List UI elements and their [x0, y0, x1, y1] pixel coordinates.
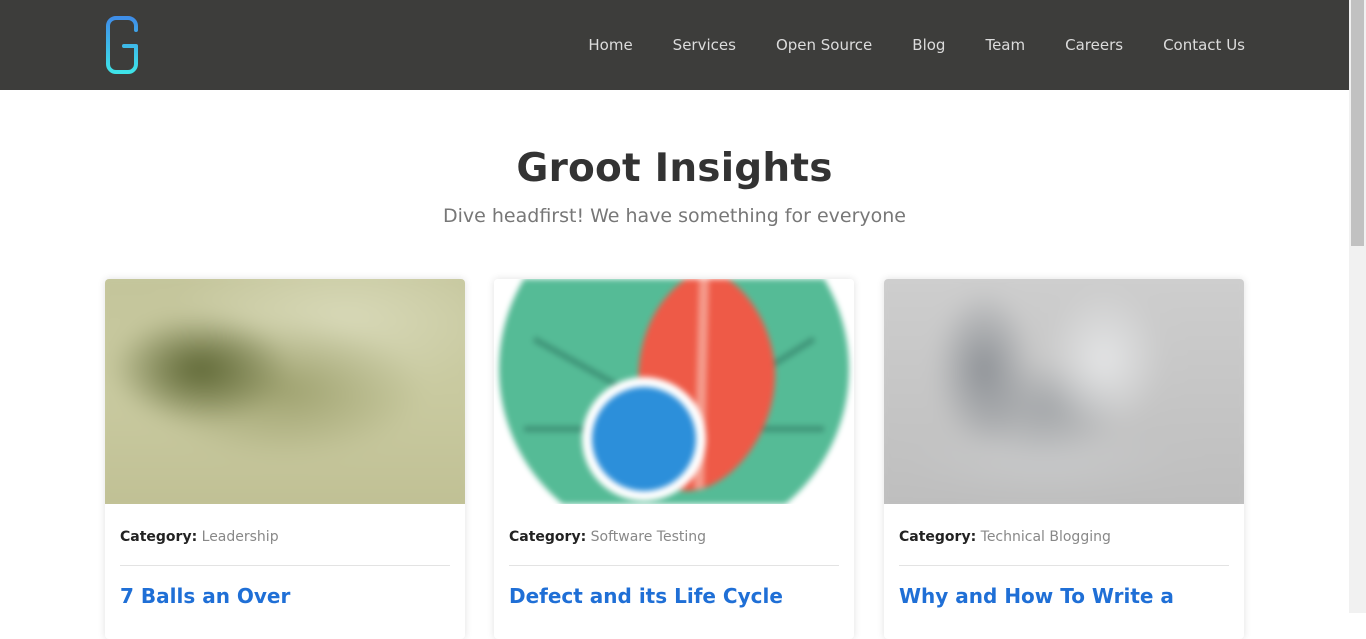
blog-card-image[interactable]: [494, 279, 854, 504]
category-value: Software Testing: [590, 529, 707, 545]
nav-open-source-link[interactable]: Open Source: [776, 36, 872, 54]
card-divider: [509, 565, 839, 566]
category-key: Category:: [899, 529, 977, 545]
top-navbar: Home Services Open Source Blog Team Care…: [0, 0, 1349, 90]
nav-careers-link[interactable]: Careers: [1065, 36, 1123, 54]
blog-card-image[interactable]: [884, 279, 1244, 504]
blog-card-image[interactable]: [105, 279, 465, 504]
nav-contact-us-link[interactable]: Contact Us: [1163, 36, 1245, 54]
bug-illustration-icon: [494, 279, 854, 504]
page-title: Groot Insights: [516, 146, 833, 191]
blog-card-title[interactable]: Defect and its Life Cycle: [509, 584, 783, 608]
main-nav: Home Services Open Source Blog Team Care…: [588, 0, 1245, 90]
page-subtitle: Dive headfirst! We have something for ev…: [443, 205, 906, 227]
scrollbar-thumb[interactable]: [1351, 0, 1364, 246]
card-divider: [899, 565, 1229, 566]
blog-card-category: Category: Technical Blogging: [899, 529, 1111, 545]
blog-card-leadership[interactable]: Category: Leadership 7 Balls an Over: [105, 279, 465, 639]
blog-card-title[interactable]: Why and How To Write a: [899, 584, 1174, 608]
blog-card-category: Category: Software Testing: [509, 529, 706, 545]
blog-card-technical-blogging[interactable]: Category: Technical Blogging Why and How…: [884, 279, 1244, 639]
category-key: Category:: [509, 529, 587, 545]
blog-card-category: Category: Leadership: [120, 529, 279, 545]
category-key: Category:: [120, 529, 198, 545]
nav-blog-link[interactable]: Blog: [912, 36, 945, 54]
blog-card-title[interactable]: 7 Balls an Over: [120, 584, 290, 608]
page-scrollbar[interactable]: [1349, 0, 1366, 613]
groot-g-logo-icon[interactable]: [104, 16, 140, 74]
nav-home-link[interactable]: Home: [588, 36, 632, 54]
category-value: Leadership: [201, 529, 279, 545]
card-divider: [120, 565, 450, 566]
blog-card-software-testing[interactable]: Category: Software Testing Defect and it…: [494, 279, 854, 639]
nav-services-link[interactable]: Services: [673, 36, 736, 54]
category-value: Technical Blogging: [980, 529, 1111, 545]
nav-team-link[interactable]: Team: [985, 36, 1025, 54]
